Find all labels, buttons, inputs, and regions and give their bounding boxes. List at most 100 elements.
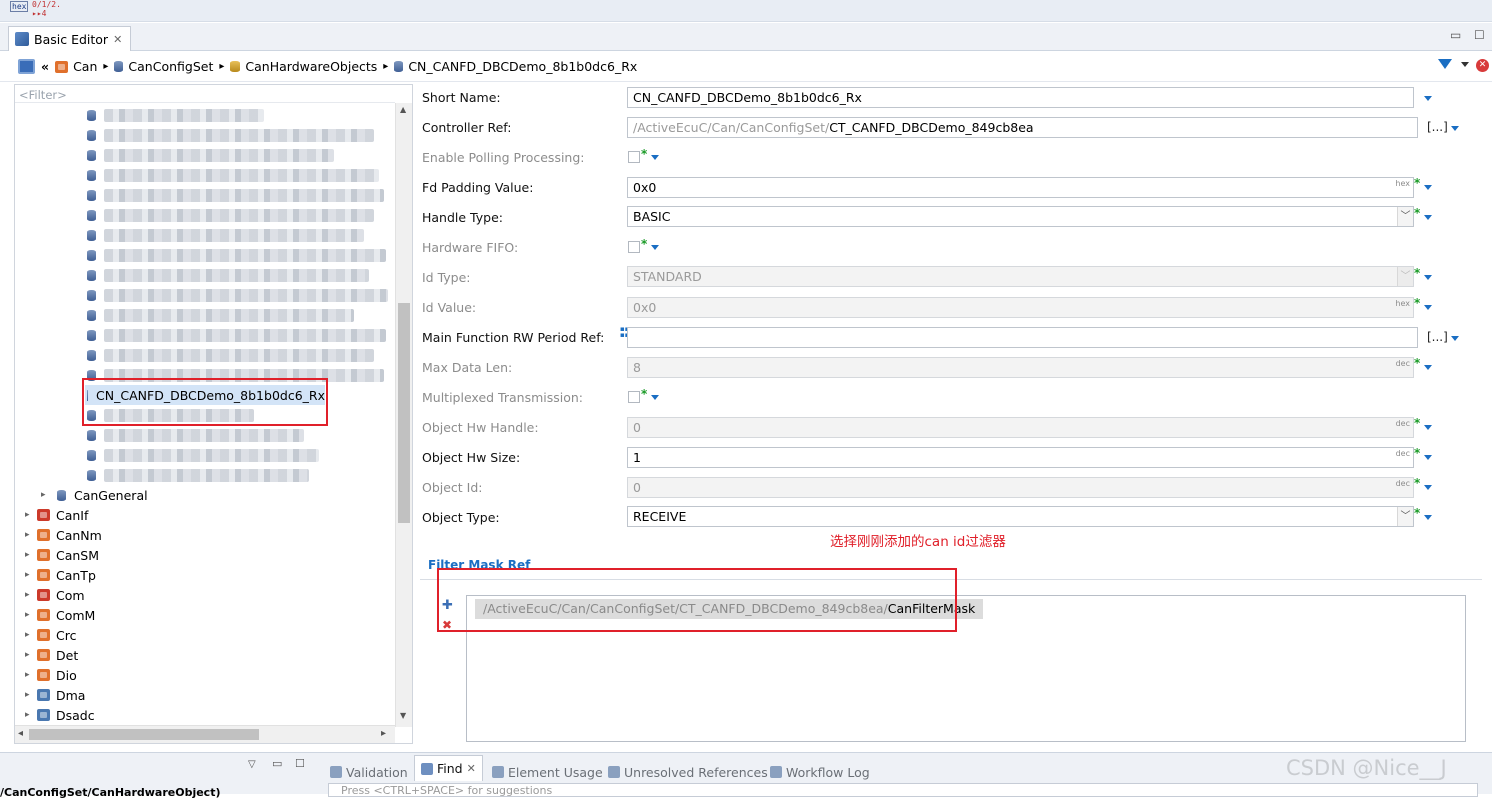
tree-item-obscured[interactable] xyxy=(15,245,395,265)
tree-item-obscured[interactable] xyxy=(15,425,395,445)
object-hw-handle-field[interactable]: 0 dec xyxy=(627,417,1414,438)
find-search-input[interactable]: Press <CTRL+SPACE> for suggestions xyxy=(328,783,1478,797)
tree-item-obscured[interactable] xyxy=(15,225,395,245)
error-icon[interactable]: ✕ xyxy=(1476,59,1489,72)
breadcrumb-item-current[interactable]: CN_CANFD_DBCDemo_8b1b0dc6_Rx xyxy=(394,59,637,74)
short-name-field[interactable]: CN_CANFD_DBCDemo_8b1b0dc6_Rx xyxy=(627,87,1414,108)
tab-basic-editor[interactable]: Basic Editor ✕ xyxy=(8,26,132,51)
id-type-select[interactable]: STANDARD ﹀ xyxy=(627,266,1414,287)
breadcrumb-item-can[interactable]: Can xyxy=(55,59,97,74)
handle-type-select[interactable]: BASIC ﹀ xyxy=(627,206,1414,227)
chevron-right-icon[interactable]: ▸ xyxy=(219,61,224,72)
binary-toolbar-icon[interactable]: 0/1/2. ▸▸4 xyxy=(32,0,61,18)
field-menu-icon[interactable] xyxy=(1451,336,1459,341)
field-menu-icon[interactable] xyxy=(1424,305,1432,310)
tree-item-obscured[interactable] xyxy=(15,445,395,465)
field-menu-icon[interactable] xyxy=(1424,365,1432,370)
field-menu-icon[interactable] xyxy=(651,155,659,160)
view-menu-icon[interactable] xyxy=(1461,62,1469,67)
scroll-thumb[interactable] xyxy=(398,303,410,523)
close-icon[interactable]: ✕ xyxy=(113,33,122,46)
chevron-right-icon[interactable]: ▸ xyxy=(25,570,35,580)
tab-unresolved-references[interactable]: Unresolved References xyxy=(608,761,768,783)
field-menu-icon[interactable] xyxy=(651,395,659,400)
tree-item-module[interactable]: ▸ ComM xyxy=(15,605,395,625)
toggle-tree-icon[interactable] xyxy=(18,59,35,74)
tree-item-module[interactable]: ▸ Crc xyxy=(15,625,395,645)
tree-item-obscured[interactable] xyxy=(15,465,395,485)
tree-item-module[interactable]: ▸ Det xyxy=(15,645,395,665)
tree-item-cangeneral[interactable]: ▸ CanGeneral xyxy=(15,485,395,505)
breadcrumb-item-canhardwareobjects[interactable]: CanHardwareObjects xyxy=(230,59,377,74)
enable-polling-checkbox[interactable] xyxy=(628,151,640,163)
field-menu-icon[interactable] xyxy=(1424,215,1432,220)
tab-validation[interactable]: Validation xyxy=(330,761,408,783)
tree-item-module[interactable]: ▸ Com xyxy=(15,585,395,605)
minimize-icon[interactable]: ▭ xyxy=(1450,28,1461,42)
chevron-right-icon[interactable]: ▸ xyxy=(25,530,35,540)
tree-item-module[interactable]: ▸ CanSM xyxy=(15,545,395,565)
chevron-right-icon[interactable]: ▸ xyxy=(103,61,108,72)
back-icon[interactable]: « xyxy=(41,59,49,74)
tree-item-module[interactable]: ▸ CanIf xyxy=(15,505,395,525)
controller-ref-field[interactable]: /ActiveEcuC/Can/CanConfigSet/CT_CANFD_DB… xyxy=(627,117,1418,138)
tree-horizontal-scrollbar[interactable]: ◂ ▸ xyxy=(15,725,395,743)
tree-item-obscured[interactable] xyxy=(15,305,395,325)
field-menu-icon[interactable] xyxy=(1424,515,1432,520)
tree-item-obscured[interactable] xyxy=(15,165,395,185)
id-value-field[interactable]: 0x0 hex xyxy=(627,297,1414,318)
fd-padding-field[interactable]: 0x0 hex xyxy=(627,177,1414,198)
chevron-right-icon[interactable]: ▸ xyxy=(25,630,35,640)
field-menu-icon[interactable] xyxy=(1424,275,1432,280)
chevron-right-icon[interactable]: ▸ xyxy=(25,550,35,560)
field-menu-icon[interactable] xyxy=(1424,185,1432,190)
chevron-right-icon[interactable]: ▸ xyxy=(25,650,35,660)
maximize-icon[interactable]: ☐ xyxy=(295,757,305,770)
field-menu-icon[interactable] xyxy=(1424,96,1432,101)
chevron-right-icon[interactable]: ▸ xyxy=(25,590,35,600)
field-menu-icon[interactable] xyxy=(1424,425,1432,430)
field-menu-icon[interactable] xyxy=(651,245,659,250)
tree-item-obscured[interactable] xyxy=(15,325,395,345)
main-function-field[interactable] xyxy=(627,327,1418,348)
tree-item-module[interactable]: ▸ Dma xyxy=(15,685,395,705)
view-menu-icon[interactable]: ▽ xyxy=(248,759,256,770)
field-menu-icon[interactable] xyxy=(1424,485,1432,490)
tree-item-obscured[interactable] xyxy=(15,285,395,305)
chevron-right-icon[interactable]: ▸ xyxy=(25,710,35,720)
field-menu-icon[interactable] xyxy=(1451,126,1459,131)
tree-item-obscured[interactable] xyxy=(15,105,395,125)
chevron-right-icon[interactable]: ▸ xyxy=(25,690,35,700)
tree-item-obscured[interactable] xyxy=(15,205,395,225)
chevron-right-icon[interactable]: ▸ xyxy=(25,510,35,520)
close-icon[interactable]: ✕ xyxy=(467,762,476,775)
tab-element-usage[interactable]: Element Usage xyxy=(492,761,603,783)
chevron-right-icon[interactable]: ▸ xyxy=(25,670,35,680)
breadcrumb-item-canconfigset[interactable]: CanConfigSet xyxy=(114,59,213,74)
tree-item-obscured[interactable] xyxy=(15,265,395,285)
chevron-right-icon[interactable]: ▸ xyxy=(41,490,51,500)
max-data-len-field[interactable]: 8 dec xyxy=(627,357,1414,378)
tree-item-module[interactable]: ▸ Dsadc xyxy=(15,705,395,725)
maximize-icon[interactable]: ☐ xyxy=(1474,28,1485,42)
tree-item-obscured[interactable] xyxy=(15,345,395,365)
tab-workflow-log[interactable]: Workflow Log xyxy=(770,761,870,783)
multiplexed-checkbox[interactable] xyxy=(628,391,640,403)
object-hw-size-field[interactable]: 1 dec xyxy=(627,447,1414,468)
chevron-right-icon[interactable]: ▸ xyxy=(383,61,388,72)
hex-toolbar-icon[interactable]: hex xyxy=(10,1,29,12)
tree-item-obscured[interactable] xyxy=(15,145,395,165)
main-function-browse-button[interactable]: [...] xyxy=(1427,330,1448,344)
controller-ref-browse-button[interactable]: [...] xyxy=(1427,120,1448,134)
tree-item-module[interactable]: ▸ CanNm xyxy=(15,525,395,545)
tree-item-module[interactable]: ▸ Dio xyxy=(15,665,395,685)
object-type-select[interactable]: RECEIVE ﹀ xyxy=(627,506,1414,527)
tree-item-module[interactable]: ▸ CanTp xyxy=(15,565,395,585)
chevron-right-icon[interactable]: ▸ xyxy=(25,610,35,620)
hardware-fifo-checkbox[interactable] xyxy=(628,241,640,253)
object-id-field[interactable]: 0 dec xyxy=(627,477,1414,498)
tree-item-obscured[interactable] xyxy=(15,185,395,205)
field-menu-icon[interactable] xyxy=(1424,455,1432,460)
filter-icon[interactable] xyxy=(1438,59,1452,69)
tab-find[interactable]: Find ✕ xyxy=(414,755,483,781)
